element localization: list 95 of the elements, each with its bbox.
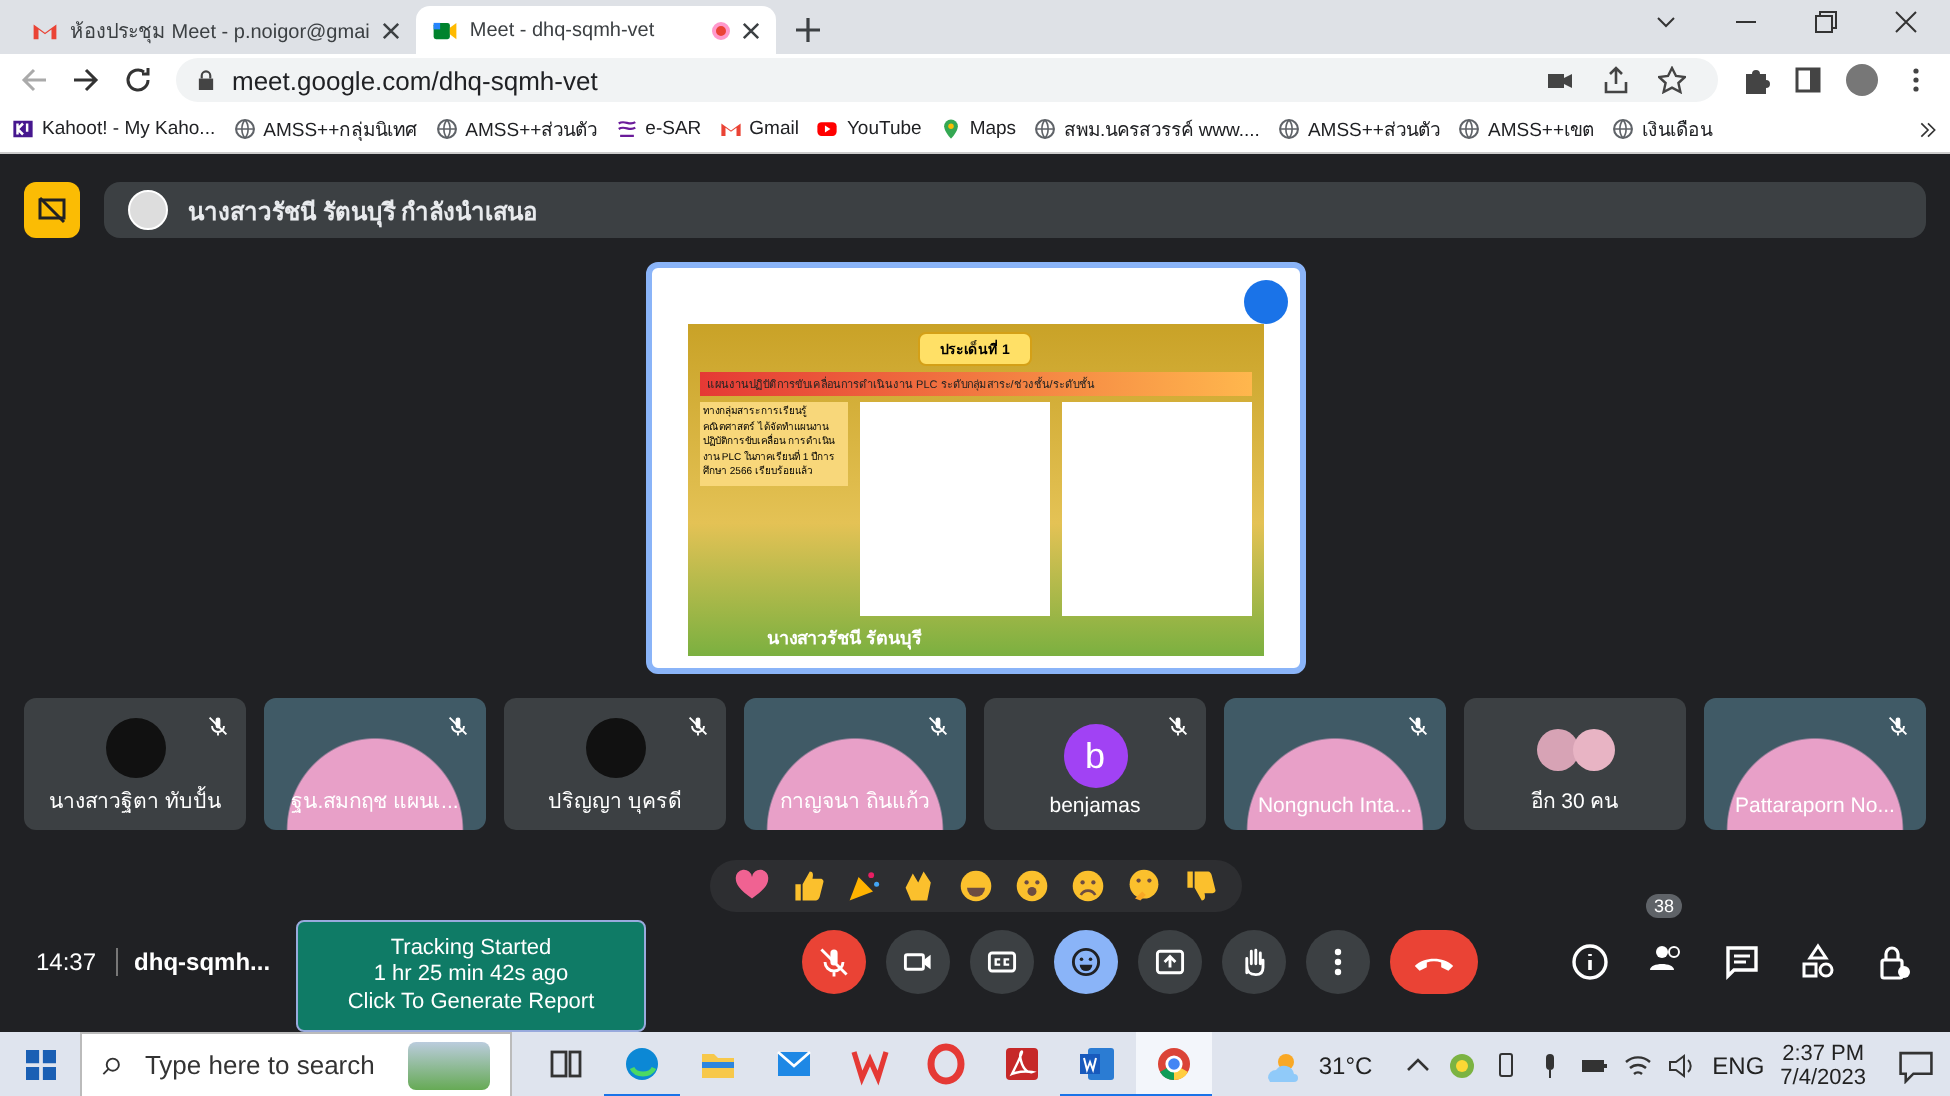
browser-tab[interactable]: ห้องประชุม Meet - p.noigor@gmai (16, 6, 416, 54)
participant-name: Nongnuch Inta... (1257, 794, 1413, 819)
present-button[interactable] (1138, 930, 1203, 995)
participant-avatar (105, 718, 165, 779)
wifi-icon[interactable] (1624, 1051, 1653, 1079)
phone-icon (1414, 953, 1455, 972)
thumbs-up-icon[interactable] (789, 868, 825, 905)
speaking-indicator-icon (1243, 280, 1287, 325)
bookmark-link[interactable]: สพม.นครสวรรค์ www.... (1034, 114, 1260, 144)
avatar-group (1535, 728, 1615, 773)
restore-icon[interactable] (1814, 10, 1838, 34)
search-highlight-picture (408, 1041, 490, 1089)
star-icon[interactable] (1658, 66, 1686, 94)
microphone-off-button[interactable] (802, 930, 867, 995)
letter-avatar: b (1063, 724, 1127, 789)
windows-start-icon[interactable] (25, 1050, 55, 1080)
info-icon[interactable] (1570, 942, 1610, 983)
leave-call-button[interactable] (1390, 930, 1479, 995)
video-camera-icon (431, 17, 458, 43)
side-panel-icon[interactable] (1794, 66, 1822, 94)
bookmark-link[interactable]: AMSS++เขต (1457, 114, 1595, 144)
presenter-status: นางสาวรัชนี รัตนบุรี กำลังนำเสนอ (188, 195, 538, 230)
participant-name: benjamas (1049, 794, 1141, 819)
captions-button[interactable] (970, 930, 1035, 995)
participant-avatar (585, 718, 645, 779)
bookmark-link[interactable]: AMSS++กลุ่มนิเทศ (233, 114, 418, 144)
notifications-icon[interactable] (1898, 1047, 1934, 1083)
map-pin-icon (939, 118, 962, 140)
reload-icon[interactable] (124, 66, 152, 94)
globe-icon (1034, 118, 1057, 140)
envelope-icon (719, 118, 742, 140)
more-options-icon (1334, 948, 1343, 977)
participant-name: กาญจนา ถินแก้ว (780, 788, 930, 819)
temperature[interactable]: 31°C (1318, 1051, 1373, 1079)
taskbar-clock[interactable]: 2:37 PM 7/4/2023 (1780, 1041, 1866, 1089)
globe-icon (1612, 118, 1635, 140)
surprised-icon[interactable] (1013, 868, 1049, 905)
chat-icon[interactable] (1722, 942, 1762, 983)
bookmark-link[interactable]: AMSS++ส่วนตัว (435, 114, 598, 144)
new-tab-icon[interactable] (795, 18, 820, 42)
thumbs-down-icon[interactable] (1181, 868, 1217, 905)
search-field[interactable]: Type here to search (140, 1048, 389, 1082)
more-bookmarks-icon[interactable] (1918, 119, 1938, 139)
profile-avatar[interactable] (1846, 64, 1878, 96)
bookmark-link[interactable]: e-SAR (615, 118, 702, 140)
bookmark-link[interactable]: เงินเดือน (1612, 114, 1713, 144)
participant-name: ฐน.สมกฤช แผนเ... (291, 788, 459, 819)
input-language[interactable]: ENG (1712, 1051, 1765, 1079)
globe-icon (435, 118, 458, 140)
globe-icon (233, 118, 256, 140)
participant-count: 38 (1646, 893, 1683, 918)
more-options-button[interactable] (1306, 930, 1371, 995)
lock-icon[interactable] (1874, 942, 1914, 983)
presenter-avatar (128, 190, 168, 231)
sad-icon[interactable] (1069, 868, 1105, 905)
globe-icon (1277, 118, 1300, 140)
lock-icon (196, 70, 216, 90)
smiley-icon (1068, 944, 1105, 981)
emoji-button[interactable] (1054, 930, 1119, 995)
play-icon (816, 118, 839, 140)
letter-o-icon (924, 1041, 968, 1085)
participant-name: นางสาวฐิตา ทับปั้น (49, 784, 221, 819)
raise-hand-button[interactable] (1222, 930, 1287, 995)
meeting-time: 14:37 (36, 948, 119, 977)
meeting-code: dhq-sqmh... (132, 948, 271, 977)
party-icon[interactable] (845, 868, 881, 905)
microphone-off-icon (816, 944, 853, 981)
address-bar[interactable]: meet.google.com/dhq-sqmh-vet (176, 58, 1718, 102)
participant-name: ปริญญา บุครดี (548, 788, 682, 819)
volume-icon[interactable] (1668, 1051, 1697, 1079)
close-icon[interactable] (741, 21, 760, 39)
presentation-off-icon[interactable] (24, 182, 80, 238)
camera-button[interactable] (886, 930, 951, 995)
letter-k-icon (12, 118, 34, 140)
laugh-icon[interactable] (957, 868, 993, 905)
wave-icon (615, 118, 638, 140)
forward-icon[interactable] (72, 66, 100, 94)
close-icon[interactable] (381, 21, 400, 39)
taskbar-search-box[interactable]: Type here to search (80, 1032, 512, 1096)
extensions-icon[interactable] (1742, 66, 1770, 94)
thinking-icon[interactable] (1125, 868, 1161, 905)
bookmark-link[interactable]: YouTube (816, 118, 922, 140)
bookmark-link[interactable]: Maps (939, 118, 1017, 140)
bookmark-link[interactable]: AMSS++ส่วนตัว (1277, 114, 1440, 144)
activities-icon[interactable] (1798, 942, 1838, 983)
close-icon[interactable] (1894, 10, 1918, 34)
browser-tab[interactable]: Meet - dhq-sqmh-vet (415, 6, 776, 54)
share-icon[interactable] (1602, 66, 1630, 94)
participant-name: Pattaraporn No... (1735, 794, 1895, 819)
participant-name: อีก 30 คน (1531, 788, 1619, 819)
slide-presenter-name: นางสาวรัชนี รัตนบุรี (767, 626, 923, 653)
bookmark-link[interactable]: Gmail (719, 118, 799, 140)
globe-icon (1457, 118, 1480, 140)
tracking-report-button[interactable]: Tracking Started 1 hr 25 min 42s ago Click To Generate Report (296, 920, 646, 1032)
bookmark-link[interactable]: Kahoot! - My Kaho... (12, 118, 216, 140)
